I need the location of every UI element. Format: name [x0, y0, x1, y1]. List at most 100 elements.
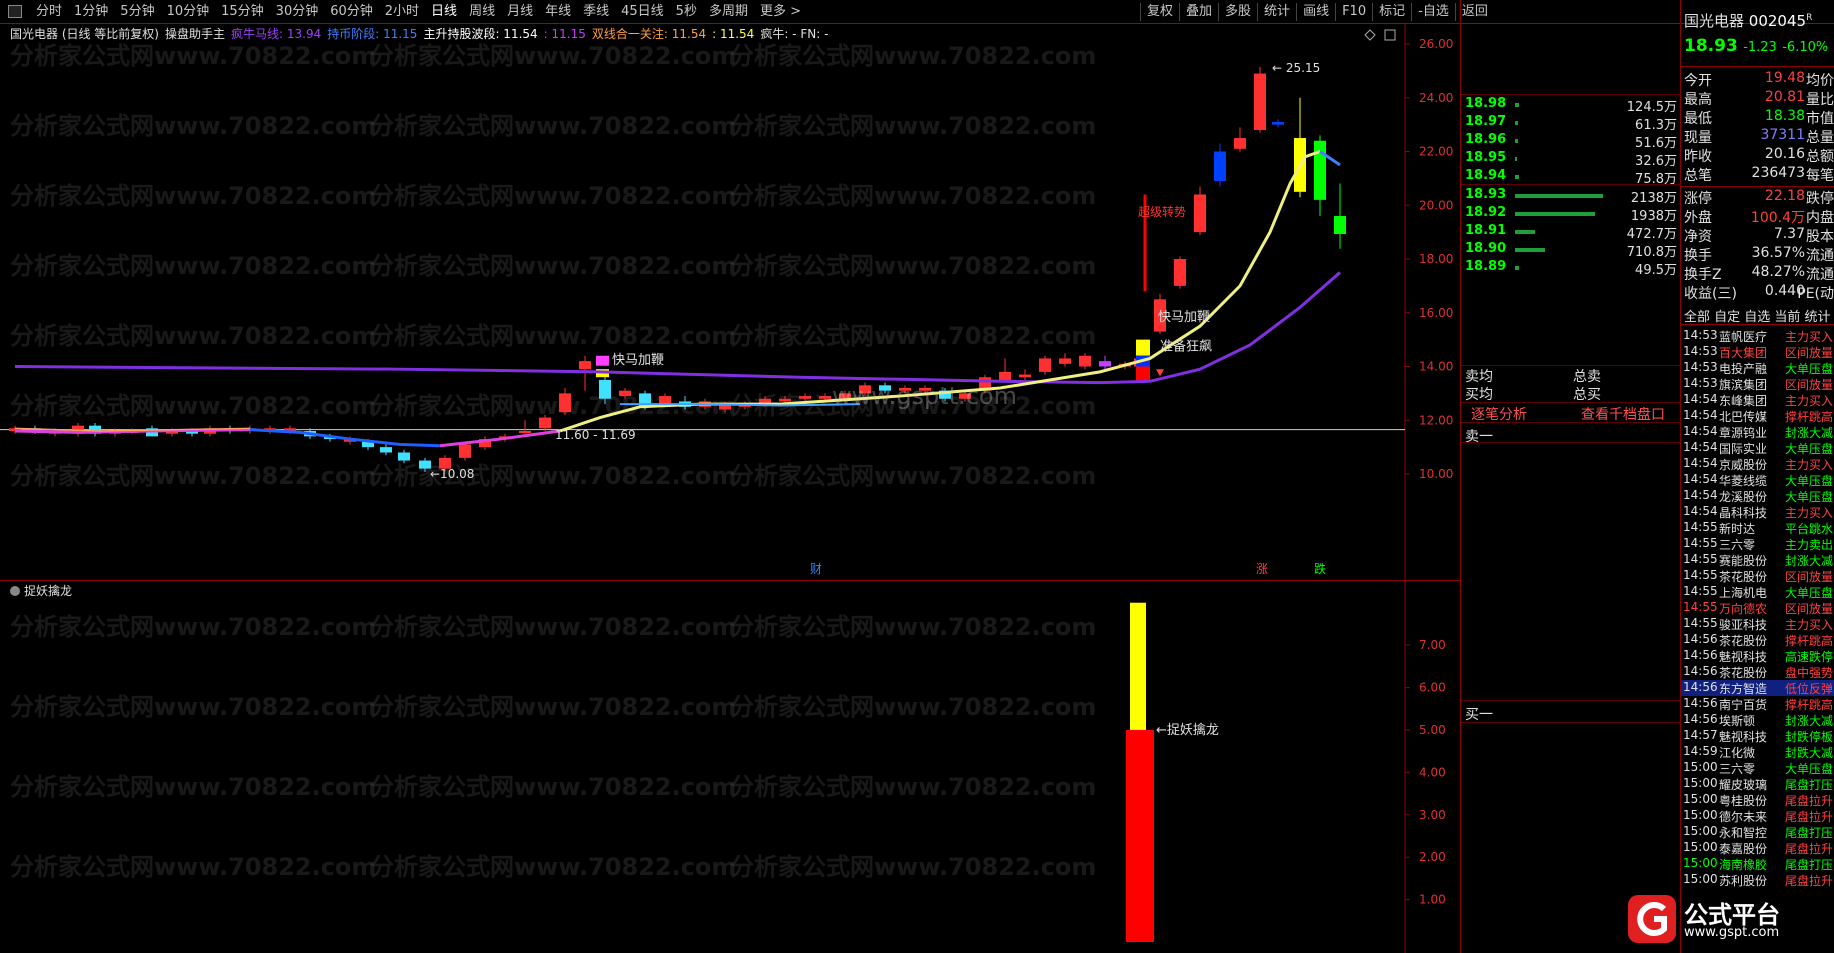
ticker-tabs[interactable]: 全部 自定 自选 当前 统计	[1684, 306, 1831, 325]
bid-row[interactable]: 18.92 1938万	[1461, 205, 1681, 224]
tool-button[interactable]: 统计	[1257, 3, 1296, 21]
tick-analysis-link[interactable]: 逐笔分析	[1471, 404, 1527, 424]
ticker-action: 尾盘拉升	[1784, 810, 1833, 824]
ticker-row[interactable]: 14:56 东方智造 低位反弹	[1681, 680, 1834, 696]
period-tab[interactable]: 2小时	[379, 3, 425, 21]
ticker-row[interactable]: 15:00 永和智控 尾盘打压	[1681, 824, 1834, 840]
ticker-row[interactable]: 14:55 骏亚科技 主力买入	[1681, 616, 1834, 632]
period-tab[interactable]: 更多 >	[754, 3, 807, 21]
tool-button[interactable]: 标记	[1372, 3, 1411, 21]
period-tab[interactable]: 5秒	[670, 3, 703, 21]
period-tab[interactable]: 1分钟	[68, 3, 114, 21]
period-tab[interactable]: 年线	[539, 3, 577, 21]
ticker-row[interactable]: 14:54 晶科科技 主力买入	[1681, 504, 1834, 520]
ticker-stock: 茶花股份	[1719, 634, 1768, 648]
ticker-row[interactable]: 14:54 龙溪股份 大单压盘	[1681, 488, 1834, 504]
period-tab[interactable]: 10分钟	[161, 3, 216, 21]
ticker-row[interactable]: 15:00 海南橡胶 尾盘打压	[1681, 856, 1834, 872]
period-tab[interactable]: 5分钟	[114, 3, 160, 21]
candle-body	[1079, 355, 1091, 367]
ticker-row[interactable]: 14:56 茶花股份 盘中强势	[1681, 664, 1834, 680]
ticker-row[interactable]: 14:54 国际实业 大单压盘	[1681, 440, 1834, 456]
ticker-row[interactable]: 14:54 华菱线缆 大单压盘	[1681, 472, 1834, 488]
candle-body	[999, 371, 1011, 380]
ask-row[interactable]: 18.96 51.6万	[1461, 132, 1681, 151]
period-tab[interactable]: 周线	[463, 3, 501, 21]
tool-button[interactable]: 复权	[1140, 3, 1179, 21]
tool-button[interactable]: 叠加	[1179, 3, 1218, 21]
ticker-row[interactable]: 14:53 百大集团 区间放量	[1681, 344, 1834, 360]
candlestick-chart[interactable]: 26.00 24.00 22.00 20.00 18.00 16.00 14.00 12.00…	[0, 24, 1460, 580]
ticker-row[interactable]: 14:56 南宁百货 撑杆跳高	[1681, 696, 1834, 712]
ticker-row[interactable]: 14:59 江化微 封跌大减	[1681, 744, 1834, 760]
tool-button[interactable]: F10	[1335, 3, 1372, 21]
ticker-row[interactable]: 14:57 魅视科技 封跌停板	[1681, 728, 1834, 744]
ticker-row[interactable]: 14:54 京威股份 主力买入	[1681, 456, 1834, 472]
ticker-row[interactable]: 14:55 新时达 平台跳水	[1681, 520, 1834, 536]
section-divider	[1461, 402, 1681, 403]
ask-row[interactable]: 18.98 124.5万	[1461, 96, 1681, 115]
ask-row[interactable]: 18.97 61.3万	[1461, 114, 1681, 133]
bid-row[interactable]: 18.89 49.5万	[1461, 259, 1681, 278]
ticker-row[interactable]: 14:54 北巴传媒 撑杆跳高	[1681, 408, 1834, 424]
watermark-text: 分析家公式网www.70822.com	[730, 42, 1096, 70]
ticker-row[interactable]: 14:55 三六零 主力卖出	[1681, 536, 1834, 552]
ticker-row[interactable]: 14:54 东峰集团 主力买入	[1681, 392, 1834, 408]
period-tab[interactable]: 月线	[501, 3, 539, 21]
ticker-row[interactable]: 14:54 章源钨业 封涨大减	[1681, 424, 1834, 440]
ticker-stock: 粤桂股份	[1719, 794, 1768, 808]
ticker-row[interactable]: 14:55 上海机电 大单压盘	[1681, 584, 1834, 600]
ticker-row[interactable]: 14:53 蓝帆医疗 主力买入	[1681, 328, 1834, 344]
ticker-row[interactable]: 14:55 茶花股份 区间放量	[1681, 568, 1834, 584]
buy-average-label: 买均	[1465, 387, 1493, 403]
ticker-row[interactable]: 15:00 泰嘉股份 尾盘拉升	[1681, 840, 1834, 856]
ticker-row[interactable]: 14:55 赛能股份 封涨大减	[1681, 552, 1834, 568]
quote-value: 18.38	[1764, 108, 1805, 124]
period-tab[interactable]: 15分钟	[215, 3, 270, 21]
period-tab[interactable]: 45日线	[615, 3, 670, 21]
pin-icon[interactable]	[8, 5, 22, 18]
bid-row[interactable]: 18.90 710.8万	[1461, 241, 1681, 260]
bid-row[interactable]: 18.91 472.7万	[1461, 223, 1681, 242]
watermark-text: 分析家公式网www.70822.com	[730, 322, 1096, 350]
period-tab[interactable]: 30分钟	[270, 3, 325, 21]
tool-button[interactable]: 多股	[1218, 3, 1257, 21]
period-tab[interactable]: 日线	[425, 3, 463, 21]
tool-button[interactable]: -自选	[1411, 3, 1455, 21]
tool-buttons: 复权 叠加 多股 统计 画线 F10 标记 -自选 返回	[1140, 3, 1494, 21]
axis-label: 2.00	[1419, 850, 1446, 864]
quote-value: 36.57%	[1751, 245, 1805, 261]
ticker-row[interactable]: 15:00 粤桂股份 尾盘拉升	[1681, 792, 1834, 808]
section-divider	[1681, 324, 1834, 325]
bid-row[interactable]: 18.93 2138万	[1461, 187, 1681, 206]
ticker-time: 14:53	[1683, 376, 1718, 390]
ask-row[interactable]: 18.95 32.6万	[1461, 150, 1681, 169]
watermark-text: 分析家公式网www.70822.com	[730, 853, 1096, 881]
period-tab[interactable]: 分时	[30, 3, 68, 21]
ticker-row[interactable]: 15:00 德尔未来 尾盘拉升	[1681, 808, 1834, 824]
ticker-action: 尾盘打压	[1784, 826, 1833, 840]
quote-label-right: 市值	[1806, 111, 1834, 127]
ticker-time: 14:53	[1683, 328, 1718, 342]
watermark-text: 分析家公式网www.70822.com	[730, 112, 1096, 140]
ticker-row[interactable]: 15:00 耀皮玻璃 尾盘打压	[1681, 776, 1834, 792]
tool-button[interactable]: 画线	[1296, 3, 1335, 21]
period-tab[interactable]: 多周期	[703, 3, 754, 21]
period-tab[interactable]: 60分钟	[324, 3, 379, 21]
indicator-bar-red	[1126, 729, 1154, 942]
ticker-row[interactable]: 14:56 茶花股份 撑杆跳高	[1681, 632, 1834, 648]
right-panel: 18.98 124.5万 18.97 61.3万 18.96 51.6万 18.95 32.6…	[1460, 0, 1834, 953]
ticker-row[interactable]: 14:56 魅视科技 高速跌停	[1681, 648, 1834, 664]
ticker-row[interactable]: 14:53 旗滨集团 区间放量	[1681, 376, 1834, 392]
ticker-stock: 南宁百货	[1719, 698, 1768, 712]
indicator-chart[interactable]: 7.00 6.00 5.00 4.00 3.00 2.00 1.00 分析家公式网www.70…	[0, 580, 1460, 953]
ticker-row[interactable]: 14:53 电投产融 大单压盘	[1681, 360, 1834, 376]
ticker-row[interactable]: 15:00 三六零 大单压盘	[1681, 760, 1834, 776]
period-tab[interactable]: 季线	[577, 3, 615, 21]
watermark-text: 分析家公式网www.70822.com	[730, 462, 1096, 490]
ticker-row[interactable]: 15:00 苏利股份 尾盘拉升	[1681, 872, 1834, 888]
depth-view-link[interactable]: 查看千档盘口	[1581, 404, 1665, 424]
ticker-row[interactable]: 14:56 埃斯顿 封涨大减	[1681, 712, 1834, 728]
signal-label-4: 超级转势	[1138, 204, 1186, 219]
ticker-row[interactable]: 14:55 万向德农 区间放量	[1681, 600, 1834, 616]
